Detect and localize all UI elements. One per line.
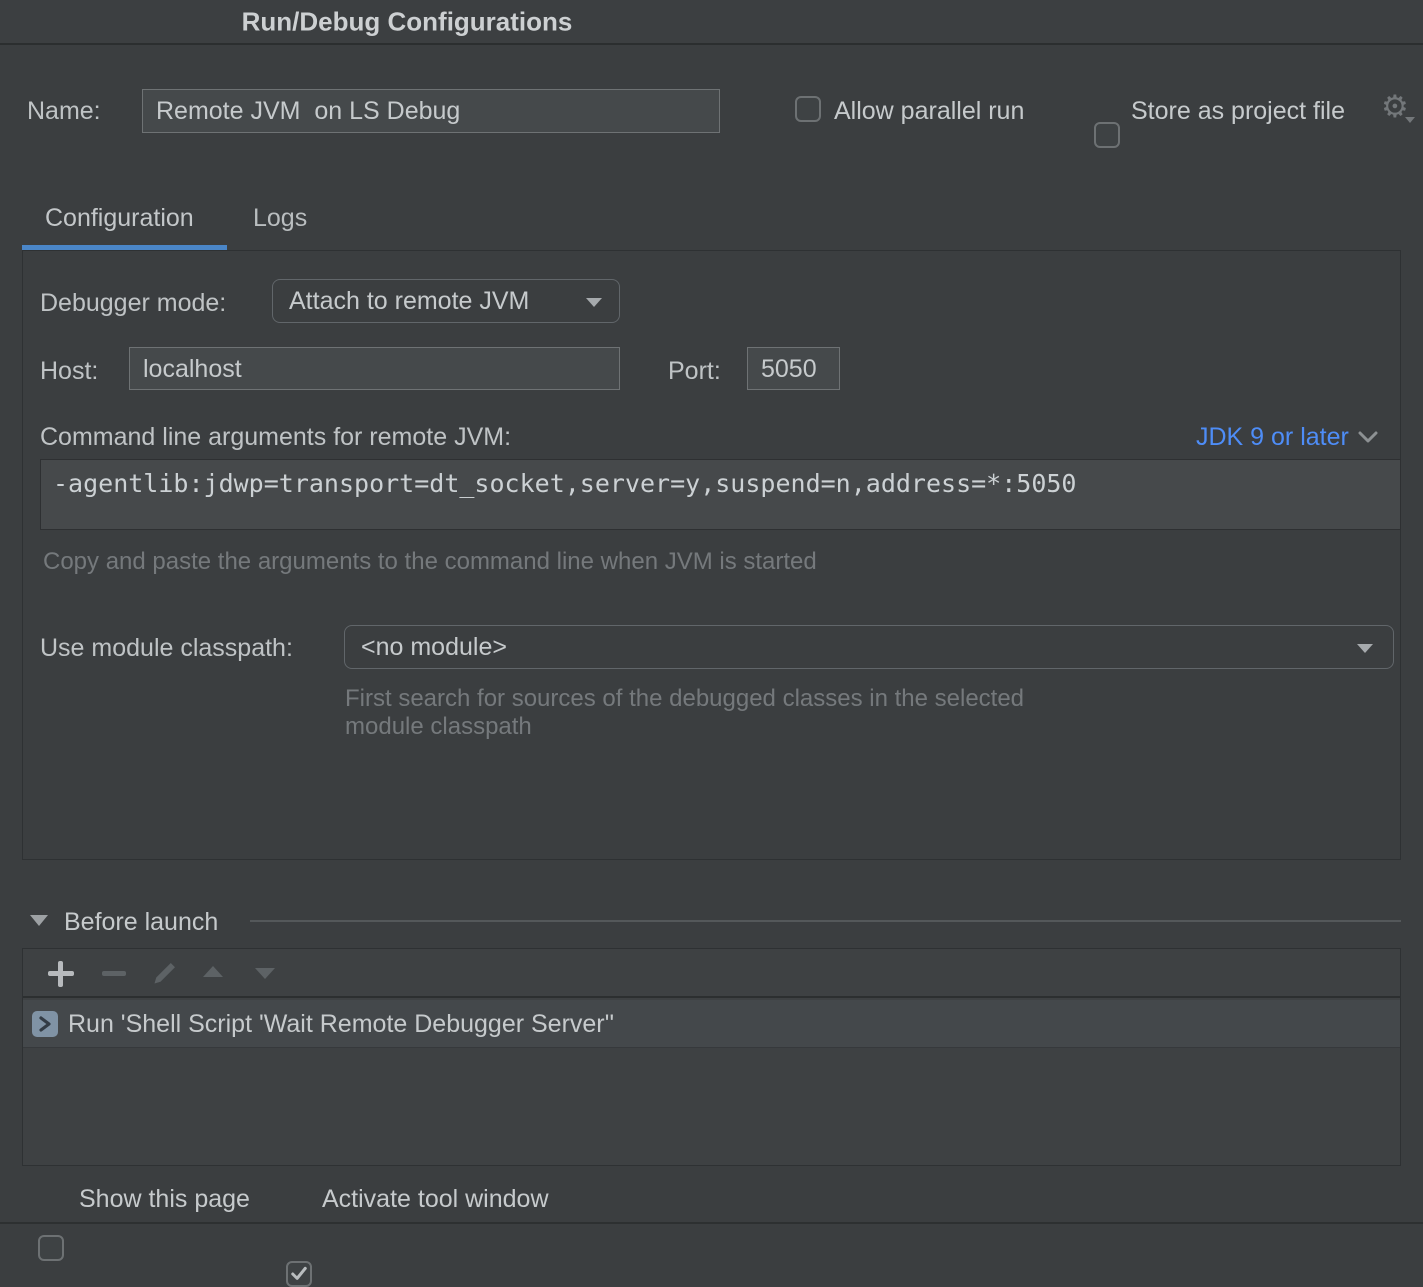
allow-parallel-run-checkbox[interactable]	[795, 96, 821, 122]
dialog-titlebar: Run/Debug Configurations	[0, 0, 1423, 45]
host-input[interactable]: localhost	[129, 347, 620, 390]
store-as-project-file-checkbox[interactable]	[1094, 122, 1120, 148]
module-classpath-value: <no module>	[361, 626, 507, 668]
jdk-version-link[interactable]: JDK 9 or later	[1196, 423, 1378, 452]
debugger-mode-value: Attach to remote JVM	[289, 280, 529, 322]
command-line-args-value: -agentlib:jdwp=transport=dt_socket,serve…	[53, 469, 1077, 498]
command-line-label: Command line arguments for remote JVM:	[40, 423, 511, 452]
tab-logs[interactable]: Logs	[253, 204, 307, 233]
checkmark-icon	[289, 1264, 309, 1284]
bottom-divider	[0, 1222, 1423, 1224]
before-launch-task-label: Run 'Shell Script 'Wait Remote Debugger …	[68, 1000, 614, 1048]
chevron-down-icon	[1357, 644, 1373, 653]
name-input-value: Remote JVM on LS Debug	[156, 90, 460, 132]
before-launch-panel: Run 'Shell Script 'Wait Remote Debugger …	[22, 948, 1401, 1166]
allow-parallel-run-label: Allow parallel run	[834, 97, 1024, 126]
show-this-page-checkbox[interactable]	[38, 1235, 64, 1261]
debugger-mode-dropdown[interactable]: Attach to remote JVM	[272, 279, 620, 323]
before-launch-toolbar	[23, 949, 1400, 998]
before-launch-task-row[interactable]: Run 'Shell Script 'Wait Remote Debugger …	[23, 1000, 1400, 1048]
activate-tool-window-label: Activate tool window	[322, 1185, 549, 1214]
chevron-down-icon	[1358, 431, 1378, 444]
move-up-icon[interactable]	[203, 959, 231, 987]
move-down-icon[interactable]	[255, 959, 283, 987]
store-options-gear-icon[interactable]: ⚙	[1381, 93, 1415, 127]
name-input[interactable]: Remote JVM on LS Debug	[142, 89, 720, 133]
host-label: Host:	[40, 357, 98, 386]
edit-pencil-icon[interactable]	[151, 959, 179, 987]
add-icon[interactable]	[47, 959, 75, 987]
gear-dropdown-arrow-icon	[1405, 117, 1415, 123]
store-as-project-file-label: Store as project file	[1131, 97, 1345, 126]
tab-configuration[interactable]: Configuration	[45, 204, 194, 233]
module-classpath-help-text: First search for sources of the debugged…	[345, 685, 1024, 741]
name-label: Name:	[27, 97, 101, 126]
module-classpath-label: Use module classpath:	[40, 634, 293, 663]
chevron-down-icon	[586, 298, 602, 307]
activate-tool-window-checkbox[interactable]	[286, 1261, 312, 1287]
command-line-help-text: Copy and paste the arguments to the comm…	[43, 548, 817, 576]
dialog-title: Run/Debug Configurations	[242, 6, 573, 37]
run-shell-script-icon	[32, 1011, 58, 1037]
command-line-args-textarea[interactable]: -agentlib:jdwp=transport=dt_socket,serve…	[40, 459, 1401, 530]
host-input-value: localhost	[143, 348, 242, 390]
port-input-value: 5050	[761, 348, 817, 390]
show-this-page-label: Show this page	[79, 1185, 250, 1214]
before-launch-title: Before launch	[64, 908, 218, 937]
section-divider	[250, 920, 1401, 922]
before-launch-collapse-icon[interactable]	[30, 915, 48, 926]
port-label: Port:	[668, 357, 721, 386]
module-classpath-dropdown[interactable]: <no module>	[344, 625, 1394, 669]
jdk-version-link-text: JDK 9 or later	[1196, 423, 1349, 452]
port-input[interactable]: 5050	[747, 347, 840, 390]
debugger-mode-label: Debugger mode:	[40, 289, 226, 318]
remove-icon[interactable]	[100, 959, 128, 987]
